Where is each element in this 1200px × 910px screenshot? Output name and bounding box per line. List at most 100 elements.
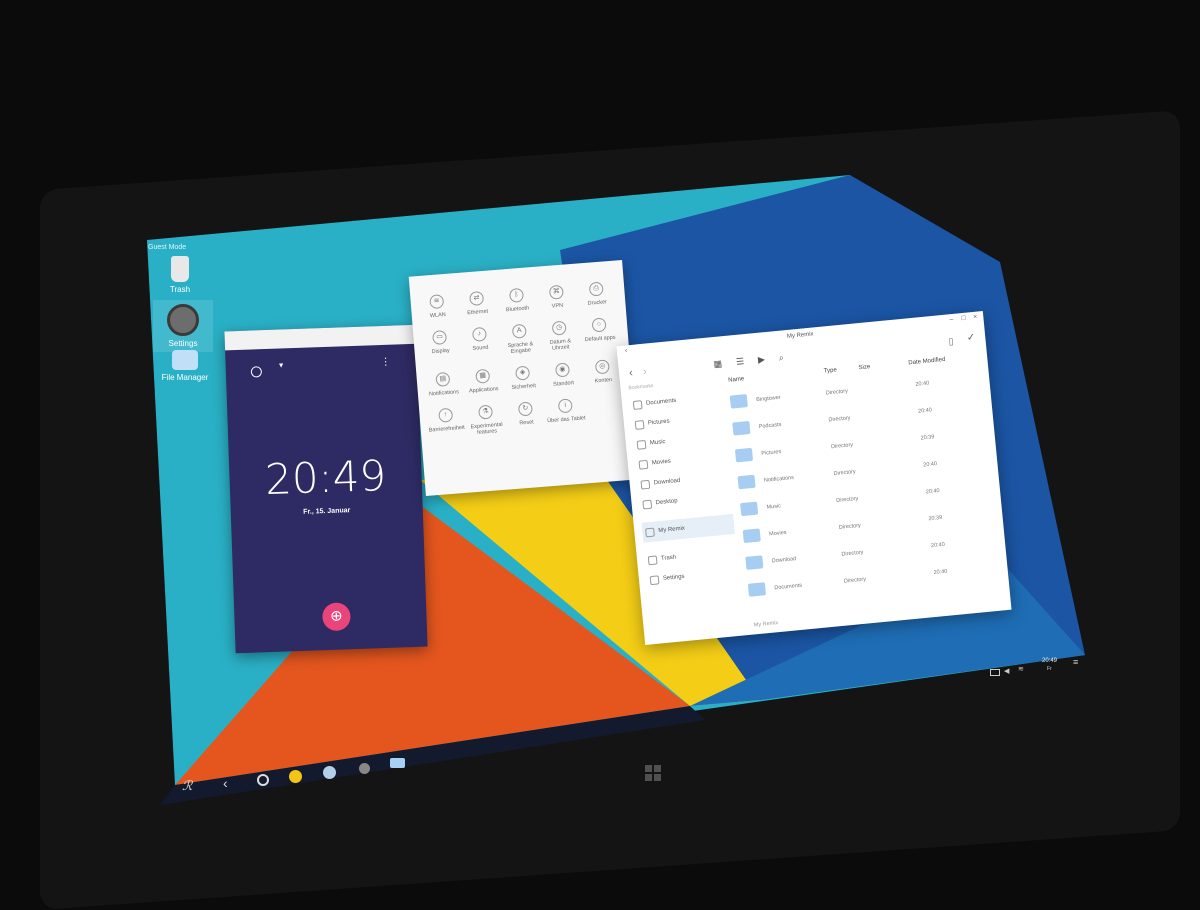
file-time: 20:40 bbox=[933, 568, 948, 576]
home-nav-icon[interactable] bbox=[257, 774, 269, 786]
notifications-menu-icon[interactable]: ≡ bbox=[1073, 657, 1078, 667]
file-time: 20:40 bbox=[930, 541, 946, 550]
gear-icon bbox=[167, 304, 199, 336]
check-icon[interactable]: ✓ bbox=[966, 332, 975, 344]
preview-icon[interactable]: ▶ bbox=[758, 354, 766, 366]
download-icon bbox=[640, 479, 651, 490]
sidebar-item-my-remix[interactable]: My Remix bbox=[641, 513, 735, 543]
settings-item-label: Ethernet bbox=[467, 308, 489, 317]
file-manager-app-icon[interactable] bbox=[390, 758, 405, 768]
file-name: Podcasts bbox=[758, 421, 782, 431]
settings-item[interactable]: ▦ Applications bbox=[462, 368, 504, 395]
tray-day: Fr bbox=[1047, 666, 1052, 672]
column-name[interactable]: Name bbox=[728, 376, 745, 384]
back-nav-icon[interactable]: ‹ bbox=[223, 775, 228, 791]
sidebar-item-label: Documents bbox=[645, 397, 677, 407]
column-type[interactable]: Type bbox=[824, 367, 838, 374]
settings-item[interactable]: ⇄ Ethernet bbox=[456, 290, 498, 317]
desktop-trash[interactable]: Trash bbox=[150, 256, 210, 294]
trash-icon[interactable]: ▯ bbox=[948, 336, 954, 347]
settings-item-label: Konten bbox=[594, 377, 613, 385]
minimize-icon[interactable]: – bbox=[949, 316, 954, 323]
settings-item[interactable]: ⚗ Experimental features bbox=[465, 404, 507, 437]
file-name: Movies bbox=[768, 529, 787, 538]
sidebar-item-label: Movies bbox=[651, 458, 672, 467]
sidebar-item-label: My Remix bbox=[658, 525, 686, 535]
sound-icon: ♪ bbox=[471, 326, 487, 342]
file-type: Directory bbox=[828, 415, 851, 424]
settings-app-icon[interactable] bbox=[359, 763, 370, 774]
settings-item-label: Applications bbox=[468, 386, 499, 395]
settings-item[interactable]: ↑ Barrierefreiheit bbox=[425, 407, 467, 440]
maximize-icon[interactable]: □ bbox=[961, 315, 966, 322]
settings-item[interactable]: ▭ Display bbox=[419, 329, 461, 362]
clock-app-icon[interactable] bbox=[289, 770, 302, 783]
settings-item-label: Notifications bbox=[428, 389, 460, 398]
chevron-down-icon[interactable]: ▼ bbox=[278, 362, 285, 369]
settings-item[interactable]: ᛒ Bluetooth bbox=[496, 287, 538, 314]
display-icon: ▭ bbox=[432, 329, 448, 346]
sort-icon[interactable]: ☰ bbox=[736, 356, 745, 368]
bluetooth-icon: ᛒ bbox=[508, 287, 525, 303]
column-date[interactable]: Date Modified bbox=[908, 357, 945, 367]
settings-item[interactable]: A Sprache & Eingabe bbox=[499, 323, 541, 356]
folder-icon bbox=[740, 501, 759, 517]
sidebar-item-label: Music bbox=[649, 439, 666, 447]
desktop-settings[interactable]: Settings bbox=[153, 300, 213, 352]
globe-fab-button[interactable]: ⊕ bbox=[321, 602, 351, 632]
folder-icon bbox=[172, 350, 198, 370]
settings-item-label: Default apps bbox=[584, 334, 616, 344]
settings-item[interactable]: ▤ Notifications bbox=[422, 371, 464, 398]
overflow-menu-icon[interactable]: ⋮ bbox=[380, 357, 390, 368]
browser-app-icon[interactable] bbox=[323, 766, 336, 779]
settings-item[interactable]: ◷ Datum & Uhrzeit bbox=[539, 320, 581, 353]
settings-item[interactable]: ○ Default apps bbox=[579, 316, 621, 349]
column-size[interactable]: Size bbox=[858, 364, 870, 371]
notifications-icon: ▤ bbox=[435, 371, 451, 387]
settings-item-label: Sicherheit bbox=[511, 383, 537, 392]
language-icon: A bbox=[511, 323, 527, 339]
settings-item[interactable]: ◉ Standort bbox=[542, 361, 584, 388]
file-manager-window[interactable]: My Remix ‹ – □ × ‹ › ▦ ☰ ▶ ⌕ ▯ ✓ Bookmar… bbox=[616, 311, 1012, 645]
file-time: 20:39 bbox=[928, 514, 943, 523]
settings-item[interactable]: ◈ Sicherheit bbox=[502, 365, 544, 392]
wifi-icon: ≋ bbox=[429, 294, 445, 310]
security-icon: ◈ bbox=[515, 365, 531, 381]
music-icon bbox=[636, 439, 647, 450]
desktop-file-manager[interactable]: File Manager bbox=[155, 350, 215, 382]
folder-icon bbox=[742, 528, 761, 544]
settings-item[interactable]: i Über das Tablet bbox=[545, 397, 587, 430]
folder-icon bbox=[745, 555, 764, 570]
alarm-icon[interactable] bbox=[250, 366, 263, 378]
settings-window[interactable]: ≋ WLAN ⇄ Ethernet ᛒ Bluetooth ⌘ VPN ⎙ Drucker… bbox=[408, 259, 640, 497]
location-icon: ◉ bbox=[554, 362, 571, 378]
volume-icon[interactable]: ◀ bbox=[1004, 667, 1009, 675]
desktop-settings-label: Settings bbox=[168, 339, 198, 348]
grid-view-icon[interactable]: ▦ bbox=[713, 358, 723, 370]
nav-back-icon[interactable]: ‹ bbox=[629, 367, 634, 379]
trash-icon bbox=[647, 555, 658, 566]
settings-item-label: Sprache & Eingabe bbox=[507, 341, 534, 355]
remix-start-icon[interactable]: ℛ bbox=[182, 778, 192, 794]
vpn-icon: ⌘ bbox=[548, 284, 564, 300]
settings-item[interactable]: ⎙ Drucker bbox=[576, 281, 618, 308]
settings-item-label: Standort bbox=[552, 380, 575, 388]
settings-item-label: Datum & Uhrzeit bbox=[549, 338, 572, 352]
settings-item-label: Display bbox=[431, 347, 450, 356]
wifi-icon[interactable]: ≋ bbox=[1018, 665, 1024, 673]
clock-window[interactable]: ▼ ⋮ 20:49 Fr., 15. Januar ⊕ bbox=[224, 324, 428, 654]
desktop-trash-label: Trash bbox=[169, 285, 191, 294]
nav-forward-icon[interactable]: › bbox=[642, 366, 647, 378]
settings-item[interactable]: ♪ Sound bbox=[459, 326, 501, 359]
search-icon[interactable]: ⌕ bbox=[778, 352, 784, 363]
clock-icon: ◷ bbox=[551, 320, 567, 336]
settings-item[interactable]: ⌘ VPN bbox=[536, 284, 578, 311]
tray-time[interactable]: 20:49 bbox=[1042, 658, 1057, 664]
file-name: Documents bbox=[774, 582, 803, 592]
file-time: 20:40 bbox=[925, 488, 940, 496]
globe-icon: ⊕ bbox=[329, 607, 344, 625]
settings-item[interactable]: ≋ WLAN bbox=[416, 293, 458, 320]
clock-date: Fr., 15. Januar bbox=[303, 507, 351, 516]
settings-item[interactable]: ↻ Reset bbox=[505, 400, 547, 433]
close-icon[interactable]: × bbox=[973, 314, 978, 321]
